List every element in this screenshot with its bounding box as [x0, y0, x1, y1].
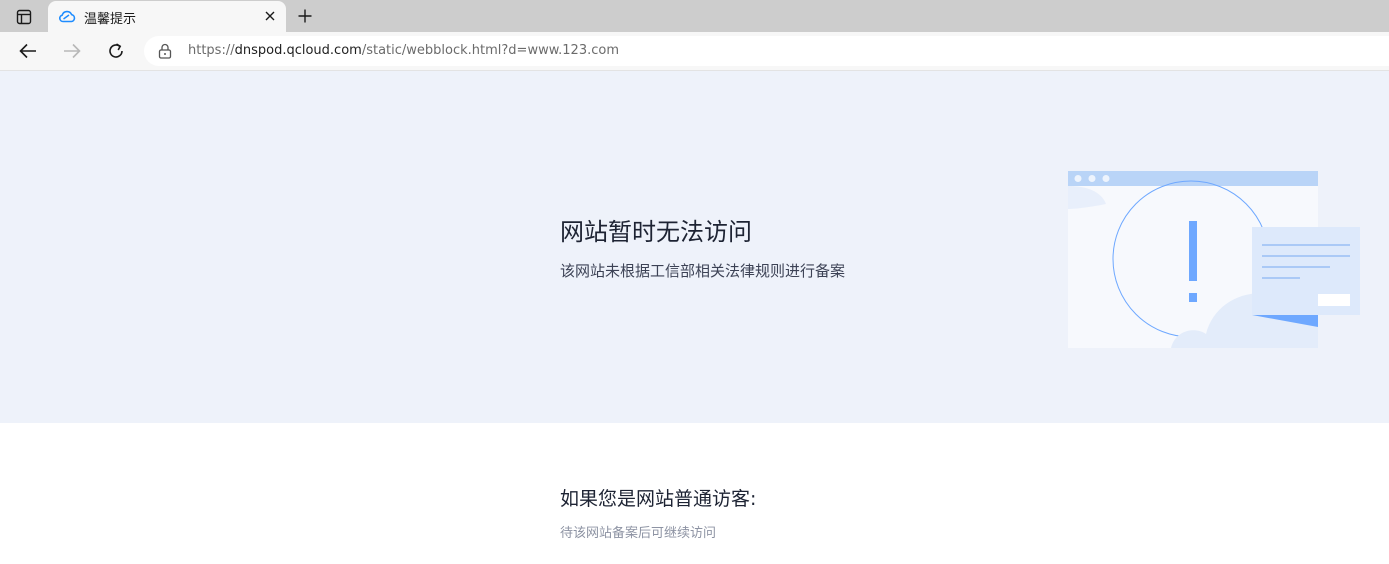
- tab-close-button[interactable]: [262, 8, 278, 24]
- close-icon: [265, 11, 275, 21]
- page-title: 网站暂时无法访问: [560, 218, 752, 246]
- new-tab-button[interactable]: [293, 5, 317, 27]
- url-host: dnspod.qcloud.com: [234, 43, 362, 58]
- url-scheme: https://: [188, 43, 235, 58]
- browser-toolbar: https://dnspod.qcloud.com/static/webbloc…: [0, 32, 1389, 71]
- tab-actions-icon: [16, 9, 32, 25]
- refresh-icon: [109, 43, 123, 58]
- visitor-note: 待该网站备案后可继续访问: [560, 526, 717, 541]
- arrow-right-icon: [64, 43, 81, 59]
- page-subtitle: 该网站未根据工信部相关法律规则进行备案: [560, 262, 846, 280]
- url-path: /static/webblock.html?d=www.123.com: [361, 43, 619, 58]
- plus-icon: [298, 9, 312, 23]
- lock-icon[interactable]: [158, 43, 172, 59]
- tab-title: 温馨提示: [84, 12, 137, 27]
- back-button[interactable]: [14, 37, 42, 65]
- forward-button[interactable]: [58, 37, 86, 65]
- hero-section: 网站暂时无法访问 该网站未根据工信部相关法律规则进行备案: [0, 71, 1389, 423]
- active-tab[interactable]: 温馨提示: [48, 1, 286, 32]
- browser-warning-illustration: [1068, 171, 1360, 348]
- address-bar[interactable]: https://dnspod.qcloud.com/static/webbloc…: [144, 36, 1389, 66]
- visitor-heading: 如果您是网站普通访客:: [560, 488, 757, 510]
- arrow-left-icon: [19, 43, 36, 59]
- refresh-button[interactable]: [102, 37, 130, 65]
- tab-strip: 温馨提示: [0, 0, 1389, 32]
- cloud-icon: [59, 10, 76, 23]
- tab-actions-button[interactable]: [10, 6, 38, 28]
- url-text[interactable]: https://dnspod.qcloud.com/static/webbloc…: [188, 43, 619, 58]
